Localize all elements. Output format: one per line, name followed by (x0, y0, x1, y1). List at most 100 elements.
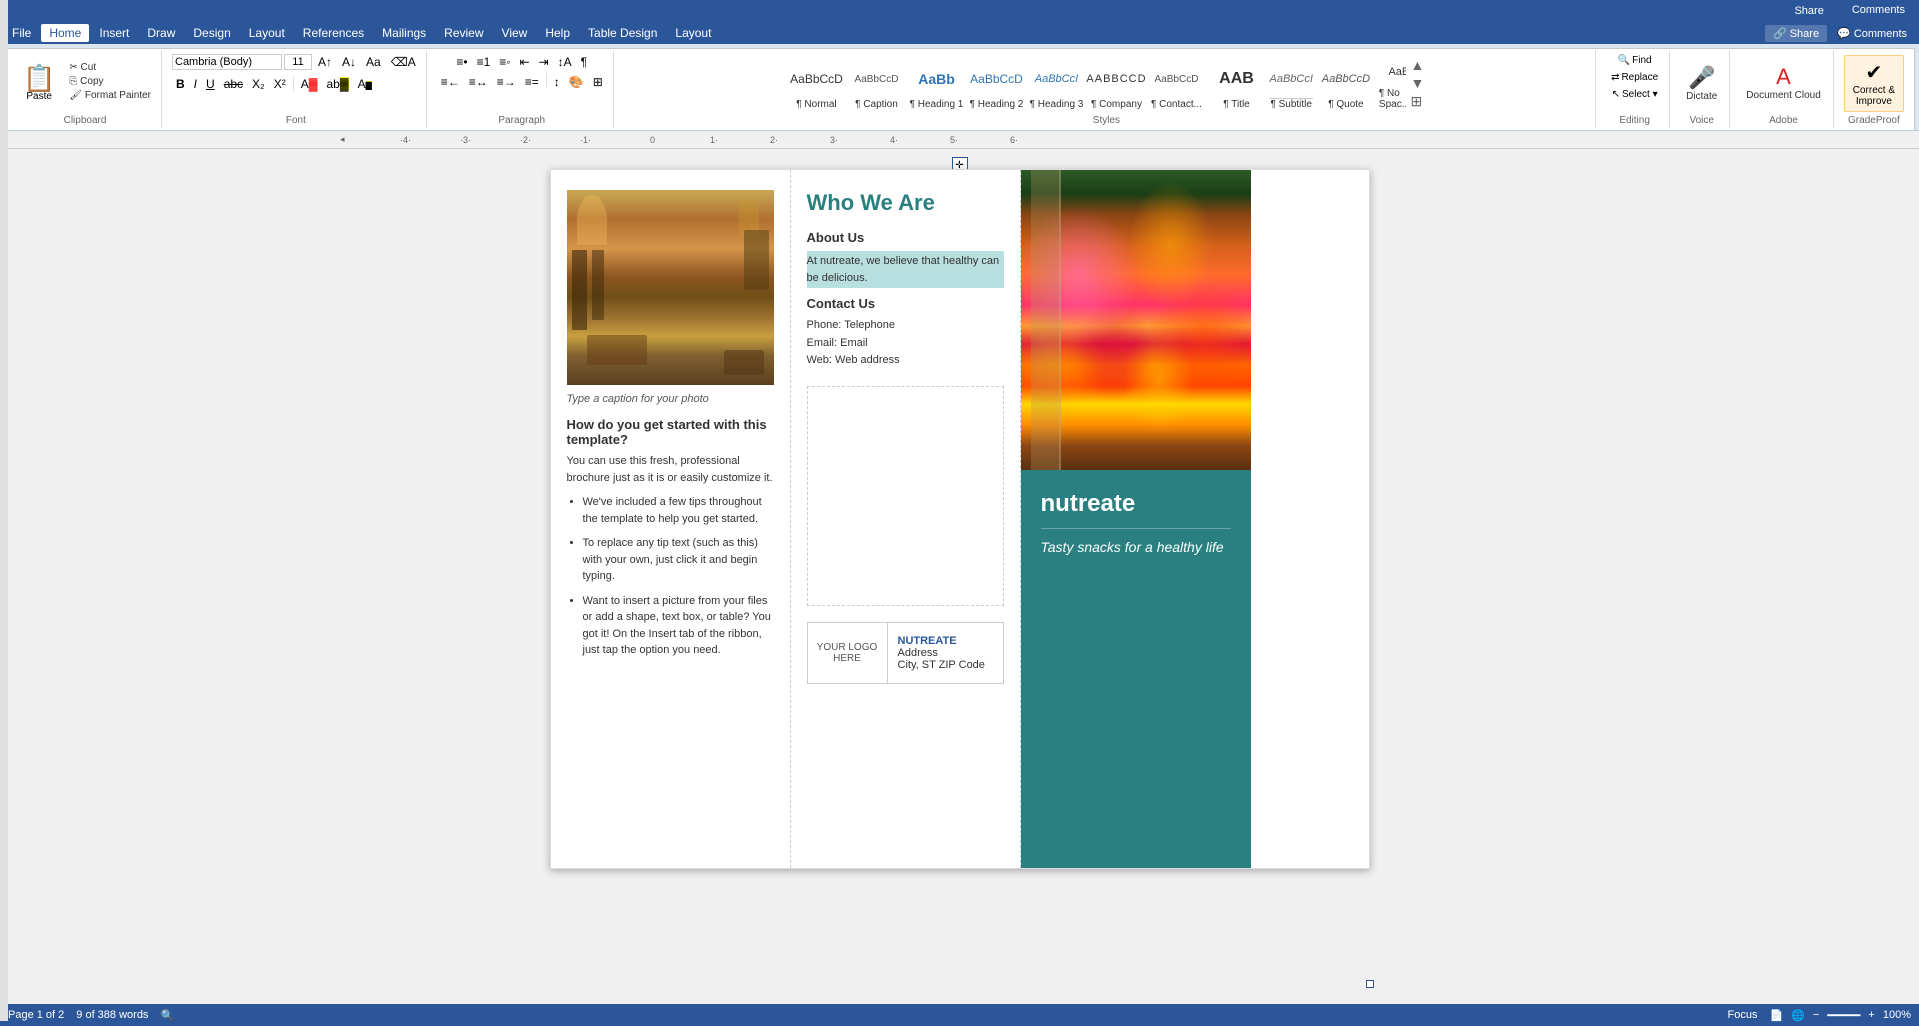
menu-design[interactable]: Design (185, 24, 238, 42)
style-normal[interactable]: AaBbCcD ¶ Normal (786, 53, 846, 113)
subscript-button[interactable]: X₂ (248, 75, 269, 93)
line-spacing-button[interactable]: ↕ (550, 73, 564, 91)
strikethrough-button[interactable]: abc (220, 75, 247, 93)
menu-references[interactable]: References (295, 24, 372, 42)
brand-name[interactable]: nutreate (1041, 490, 1231, 518)
select-button[interactable]: ↖ Select ▾ (1607, 87, 1663, 102)
align-left-button[interactable]: ≡← (437, 73, 464, 91)
format-painter-button[interactable]: 🖌 Format Painter (65, 89, 155, 102)
photo-caption[interactable]: Type a caption for your photo (567, 393, 774, 405)
font-size-input[interactable] (284, 54, 312, 70)
cut-button[interactable]: ✂ Cut (65, 61, 155, 74)
multilevel-button[interactable]: ≡◦ (495, 53, 514, 71)
styles-more[interactable]: ⊞ (1408, 93, 1426, 110)
font-shrink-button[interactable]: A↓ (338, 53, 360, 71)
company-name[interactable]: NUTREATE (898, 635, 985, 647)
bullets-button[interactable]: ≡• (452, 53, 471, 71)
web-layout-icon[interactable]: 🌐 (1791, 1009, 1805, 1022)
change-case-button[interactable]: Aa (362, 53, 385, 71)
logo-placeholder[interactable]: YOUR LOGO HERE (808, 623, 888, 683)
paste-button[interactable]: 📋 Paste (15, 61, 63, 106)
highlight-button[interactable]: ab▓ (322, 75, 352, 93)
numbering-button[interactable]: ≡1 (473, 53, 495, 71)
menu-table-layout[interactable]: Layout (667, 24, 719, 42)
decrease-indent-button[interactable]: ⇤ (516, 53, 534, 71)
style-heading1[interactable]: AaBb ¶ Heading 1 (906, 53, 966, 113)
flower-photo[interactable] (1021, 170, 1251, 470)
find-button[interactable]: 🔍 Find (1613, 53, 1657, 68)
menu-mailings[interactable]: Mailings (374, 24, 434, 42)
dictate-button[interactable]: 🎤 Dictate (1680, 61, 1723, 106)
about-text[interactable]: At nutreate, we believe that healthy can… (807, 251, 1004, 288)
zoom-slider[interactable]: ━━━━━ (1827, 1009, 1860, 1022)
menu-layout[interactable]: Layout (241, 24, 293, 42)
tip-1[interactable]: We've included a few tips throughout the… (583, 494, 774, 527)
style-subtitle[interactable]: AaBbCcI ¶ Subtitle (1266, 53, 1315, 113)
menu-draw[interactable]: Draw (139, 24, 183, 42)
menu-review[interactable]: Review (436, 24, 491, 42)
zoom-in-button[interactable]: + (1868, 1009, 1874, 1021)
style-title[interactable]: AAB ¶ Title (1206, 53, 1266, 113)
style-company[interactable]: AABBCCD ¶ Company (1086, 53, 1146, 113)
address-line[interactable]: Address (898, 647, 985, 659)
clear-format-button[interactable]: ⌫A (387, 53, 420, 71)
correct-improve-button[interactable]: ✔ Correct & Improve (1844, 55, 1904, 112)
print-layout-icon[interactable]: 📄 (1769, 1009, 1783, 1022)
kitchen-photo[interactable] (567, 190, 774, 385)
text-highlight-button[interactable]: A▇ (354, 75, 376, 93)
style-nospace[interactable]: AaBbC ¶ No Spac... (1376, 53, 1407, 113)
shading-button[interactable]: 🎨 (565, 73, 588, 91)
contact-heading[interactable]: Contact Us (807, 296, 1004, 311)
align-center-button[interactable]: ≡↔ (465, 73, 492, 91)
web-line[interactable]: Web: Web address (807, 352, 1004, 370)
share-button[interactable]: Share (1784, 2, 1833, 20)
style-caption[interactable]: AaBbCcD ¶ Caption (846, 53, 906, 113)
style-quote[interactable]: AaBbCcD ¶ Quote (1316, 53, 1376, 113)
sort-button[interactable]: ↕A (554, 53, 576, 71)
style-contact[interactable]: AaBbCcD ¶ Contact... (1146, 53, 1206, 113)
style-heading3[interactable]: AaBbCcI ¶ Heading 3 (1026, 53, 1086, 113)
comments-button[interactable]: Comments (1846, 2, 1911, 20)
share-title-btn[interactable]: 🔗 Share (1765, 25, 1827, 42)
menu-insert[interactable]: Insert (91, 24, 137, 42)
about-heading[interactable]: About Us (807, 230, 1004, 245)
document-cloud-button[interactable]: A Document Cloud (1740, 60, 1826, 106)
tip-2[interactable]: To replace any tip text (such as this) w… (583, 535, 774, 585)
page-resize-handle[interactable] (1366, 980, 1374, 988)
who-we-are-title[interactable]: Who We Are (807, 190, 1004, 216)
menu-help[interactable]: Help (537, 24, 578, 42)
increase-indent-button[interactable]: ⇥ (535, 53, 553, 71)
font-color-button[interactable]: A▓ (297, 75, 322, 93)
how-heading[interactable]: How do you get started with this templat… (567, 417, 774, 447)
menu-file[interactable]: File (4, 24, 39, 42)
tagline[interactable]: Tasty snacks for a healthy life (1041, 539, 1231, 555)
focus-button[interactable]: Focus (1723, 1009, 1761, 1021)
email-line[interactable]: Email: Email (807, 335, 1004, 353)
tip-3[interactable]: Want to insert a picture from your files… (583, 593, 774, 659)
zoom-out-button[interactable]: − (1813, 1009, 1819, 1021)
font-grow-button[interactable]: A↑ (314, 53, 336, 71)
menu-table-design[interactable]: Table Design (580, 24, 665, 42)
borders-button[interactable]: ⊞ (589, 73, 607, 91)
menu-view[interactable]: View (494, 24, 536, 42)
underline-button[interactable]: U (202, 75, 219, 93)
italic-button[interactable]: I (190, 75, 201, 93)
copy-button[interactable]: ⎘ Copy (65, 75, 155, 88)
font-family-input[interactable] (172, 54, 282, 70)
zoom-level[interactable]: 100% (1883, 1009, 1911, 1021)
justify-button[interactable]: ≡= (521, 73, 543, 91)
proofing-icon[interactable]: 🔍 (160, 1009, 174, 1022)
replace-button[interactable]: ⇄ Replace (1606, 70, 1663, 85)
superscript-button[interactable]: X² (270, 75, 290, 93)
city-zip-line[interactable]: City, ST ZIP Code (898, 659, 985, 671)
styles-scroll-up[interactable]: ▲ (1408, 57, 1426, 73)
show-hide-button[interactable]: ¶ (577, 53, 591, 71)
menu-home[interactable]: Home (41, 24, 89, 42)
style-heading2[interactable]: AaBbCcD ¶ Heading 2 (966, 53, 1026, 113)
phone-line[interactable]: Phone: Telephone (807, 317, 1004, 335)
styles-scroll-down[interactable]: ▼ (1408, 75, 1426, 91)
intro-text[interactable]: You can use this fresh, professional bro… (567, 453, 774, 486)
comments-title-btn[interactable]: 💬 Comments (1829, 25, 1915, 42)
bold-button[interactable]: B (172, 75, 189, 93)
align-right-button[interactable]: ≡→ (493, 73, 520, 91)
